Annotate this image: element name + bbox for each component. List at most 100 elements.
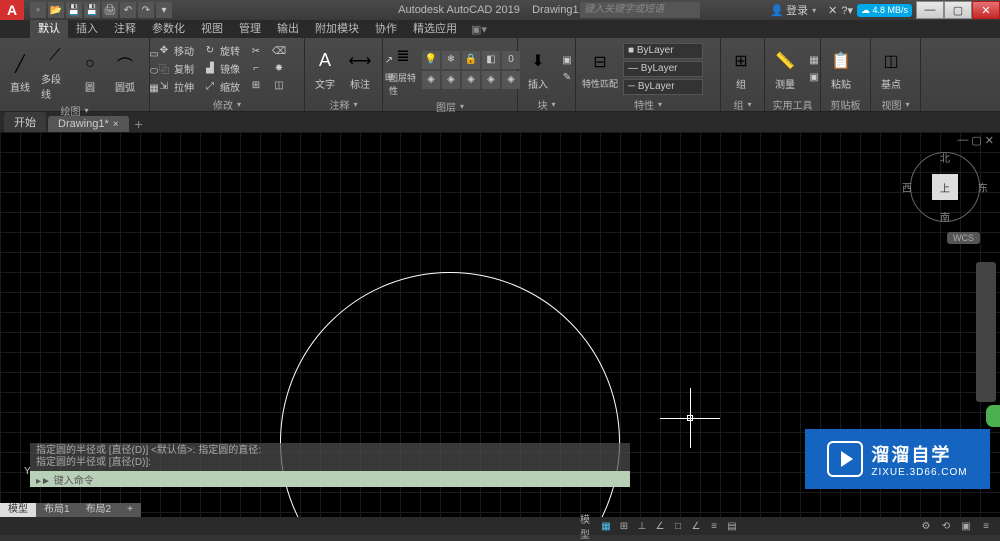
- layout-2[interactable]: 布局2: [78, 503, 120, 517]
- layer-on-icon[interactable]: ◈: [442, 71, 460, 89]
- panel-layers-title[interactable]: 图层▾: [387, 99, 513, 113]
- line-button[interactable]: ╱直线: [4, 48, 36, 96]
- match-props-button[interactable]: ⊟特性匹配: [580, 46, 620, 92]
- login-button[interactable]: 👤 登录 ▾: [762, 2, 824, 18]
- view-north[interactable]: 北: [940, 150, 950, 165]
- tab-view[interactable]: 视图: [193, 20, 231, 38]
- create-block-button[interactable]: ▣: [557, 52, 577, 68]
- layout-model[interactable]: 模型: [0, 503, 36, 517]
- array-button[interactable]: ⊞: [246, 78, 266, 94]
- view-south[interactable]: 南: [940, 209, 950, 224]
- dim-button[interactable]: ⟷标注: [344, 45, 376, 93]
- status-clean-icon[interactable]: ▣: [958, 519, 974, 533]
- view-top-face[interactable]: 上: [932, 174, 958, 200]
- qat-print-icon[interactable]: 🖨: [102, 2, 118, 18]
- search-box[interactable]: 键入关键字或短语: [580, 2, 700, 18]
- mirror-button[interactable]: ▟镜像: [200, 60, 243, 77]
- view-east[interactable]: 东: [978, 180, 988, 195]
- view-west[interactable]: 西: [902, 180, 912, 195]
- copy-button[interactable]: ⿻复制: [154, 60, 197, 77]
- help-icon[interactable]: ?▾: [841, 4, 853, 17]
- tab-output[interactable]: 输出: [269, 20, 307, 38]
- offset-button[interactable]: ◫: [269, 78, 289, 94]
- scale-button[interactable]: ⤢缩放: [200, 78, 243, 95]
- tab-manage[interactable]: 管理: [231, 20, 269, 38]
- qat-save-icon[interactable]: 💾: [66, 2, 82, 18]
- status-grid-icon[interactable]: ▦: [598, 519, 614, 533]
- cloud-badge[interactable]: ☁ 4.8 MB/s: [857, 4, 912, 17]
- layer-freeze-icon[interactable]: ❄: [442, 51, 460, 69]
- status-ortho-icon[interactable]: ⊥: [634, 519, 650, 533]
- circle-button[interactable]: ○圆: [74, 48, 106, 96]
- status-anno-icon[interactable]: ⟲: [938, 519, 954, 533]
- layer-unlock-icon[interactable]: ◈: [482, 71, 500, 89]
- status-polar-icon[interactable]: ∠: [652, 519, 668, 533]
- command-input[interactable]: ▸► 键入命令: [30, 471, 630, 487]
- lineweight-combo[interactable]: — ByLayer: [623, 61, 703, 77]
- viewport-min-icon[interactable]: —: [957, 134, 968, 147]
- status-workspace-icon[interactable]: ⚙: [918, 519, 934, 533]
- paste-button[interactable]: 📋粘贴: [825, 45, 857, 93]
- status-menu-icon[interactable]: ≡: [978, 519, 994, 533]
- navigation-bar[interactable]: [976, 262, 996, 402]
- layer-off-icon[interactable]: 💡: [422, 51, 440, 69]
- status-model[interactable]: 模型: [580, 519, 596, 533]
- qat-undo-icon[interactable]: ↶: [120, 2, 136, 18]
- tab-collaborate[interactable]: 协作: [367, 20, 405, 38]
- status-osnap-icon[interactable]: □: [670, 519, 686, 533]
- qat-redo-icon[interactable]: ↷: [138, 2, 154, 18]
- layer-iso-icon[interactable]: ◈: [422, 71, 440, 89]
- tab-default[interactable]: 默认: [30, 20, 68, 38]
- text-button[interactable]: A文字: [309, 45, 341, 93]
- layer-props-button[interactable]: ≣图层特性: [387, 40, 419, 99]
- status-snap-icon[interactable]: ⊞: [616, 519, 632, 533]
- close-button[interactable]: ✕: [972, 1, 1000, 19]
- fillet-button[interactable]: ⌐: [246, 61, 266, 77]
- viewport-close-icon[interactable]: ✕: [985, 134, 994, 147]
- tab-addins[interactable]: 附加模块: [307, 20, 367, 38]
- wcs-label[interactable]: WCS: [947, 232, 980, 244]
- ribbon-expand-icon[interactable]: ▣▾: [471, 23, 487, 36]
- panel-modify-title[interactable]: 修改▾: [154, 97, 300, 111]
- trim-button[interactable]: ✂: [246, 44, 266, 60]
- minimize-button[interactable]: —: [916, 1, 944, 19]
- layout-1[interactable]: 布局1: [36, 503, 78, 517]
- tab-parametric[interactable]: 参数化: [144, 20, 193, 38]
- linetype-combo[interactable]: ─ ByLayer: [623, 79, 703, 95]
- exchange-icon[interactable]: ✕: [828, 4, 837, 17]
- qat-saveas-icon[interactable]: 💾: [84, 2, 100, 18]
- viewport-max-icon[interactable]: ▢: [971, 134, 981, 147]
- color-combo[interactable]: ■ ByLayer: [623, 43, 703, 59]
- panel-view-title[interactable]: 视图▾: [875, 97, 916, 111]
- stretch-button[interactable]: ⇲拉伸: [154, 78, 197, 95]
- panel-properties-title[interactable]: 特性▾: [580, 97, 716, 111]
- close-tab-icon[interactable]: ×: [113, 119, 119, 130]
- qat-open-icon[interactable]: 📂: [48, 2, 64, 18]
- layer-color-icon[interactable]: ◧: [482, 51, 500, 69]
- insert-button[interactable]: ⬇插入: [522, 45, 554, 93]
- qat-new-icon[interactable]: ▫: [30, 2, 46, 18]
- new-tab-button[interactable]: +: [131, 116, 147, 132]
- status-lwt-icon[interactable]: ≡: [706, 519, 722, 533]
- app-logo[interactable]: A: [0, 0, 24, 20]
- erase-button[interactable]: ⌫: [269, 44, 289, 60]
- measure-button[interactable]: 📏测量: [769, 45, 801, 93]
- edit-block-button[interactable]: ✎: [557, 69, 577, 85]
- panel-group-title[interactable]: 组▾: [725, 97, 760, 111]
- rotate-button[interactable]: ↻旋转: [200, 42, 243, 59]
- file-tab-start[interactable]: 开始: [4, 112, 46, 132]
- tab-featured[interactable]: 精选应用: [405, 20, 465, 38]
- layer-lock-icon[interactable]: 🔒: [462, 51, 480, 69]
- status-transparency-icon[interactable]: ▤: [724, 519, 740, 533]
- move-button[interactable]: ✥移动: [154, 42, 197, 59]
- tab-insert[interactable]: 插入: [68, 20, 106, 38]
- drawing-canvas[interactable]: — ▢ ✕ Y 上 北 南 东 西 WCS 指定圆的半径或 [直径(D)] <默…: [0, 132, 1000, 517]
- side-badge[interactable]: [986, 405, 1000, 427]
- file-tab-drawing[interactable]: Drawing1* ×: [48, 116, 129, 132]
- qat-dropdown-icon[interactable]: ▾: [156, 2, 172, 18]
- explode-button[interactable]: ✸: [269, 61, 289, 77]
- tab-annotate[interactable]: 注释: [106, 20, 144, 38]
- arc-button[interactable]: ⌒圆弧: [109, 48, 141, 96]
- panel-block-title[interactable]: 块▾: [522, 97, 571, 111]
- panel-annotation-title[interactable]: 注释▾: [309, 97, 378, 111]
